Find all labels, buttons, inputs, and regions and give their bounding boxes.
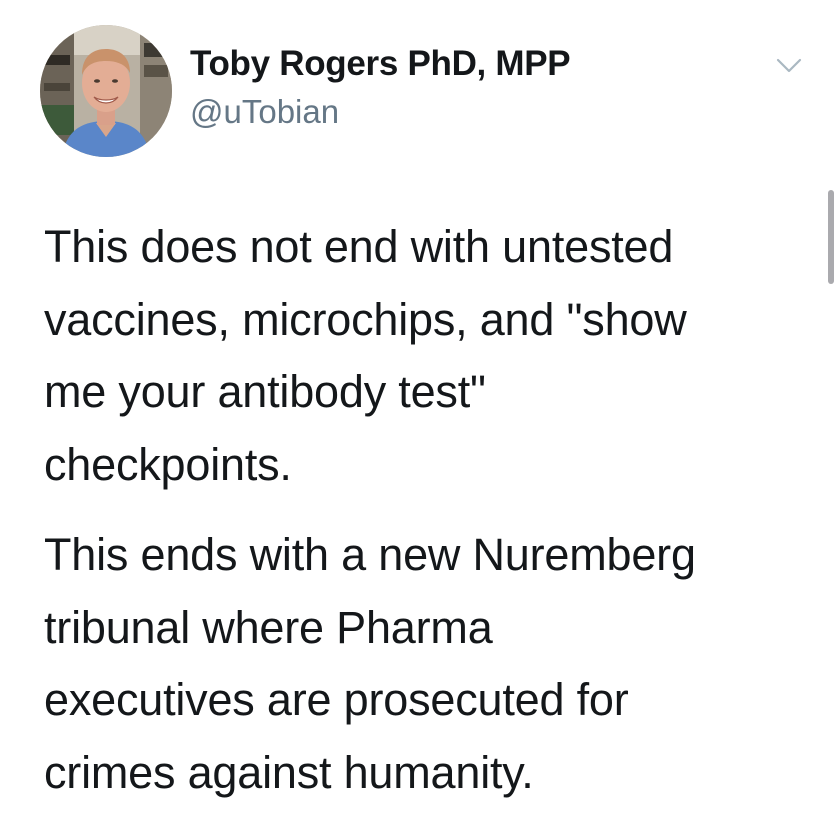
chevron-down-icon[interactable] [776,56,802,76]
tweet-text-line: vaccines, microchips, and "show [44,293,687,345]
tweet-text-line: crimes against humanity. [44,746,534,798]
user-handle[interactable]: @uTobian [190,93,339,131]
avatar-photo [40,25,172,157]
tweet-text-line: This ends with a new Nuremberg [44,529,696,580]
scrollbar[interactable] [828,190,834,284]
tweet-text-line: me your antibody test" [44,366,486,417]
tweet-text-line: checkpoints. [44,438,292,490]
tweet-text-line: executives are prosecuted for [44,674,629,725]
tweet-card: Toby Rogers PhD, MPP @uTobian This does … [0,0,840,832]
tweet-paragraph: This ends with a new Nuremberg tribunal … [44,519,814,809]
display-name[interactable]: Toby Rogers PhD, MPP [190,44,571,84]
tweet-text-line: tribunal where Pharma [44,601,493,653]
tweet-text-line: This does not end with untested [44,221,674,272]
tweet-paragraph: This does not end with untested vaccines… [44,211,814,501]
avatar[interactable] [40,25,172,157]
